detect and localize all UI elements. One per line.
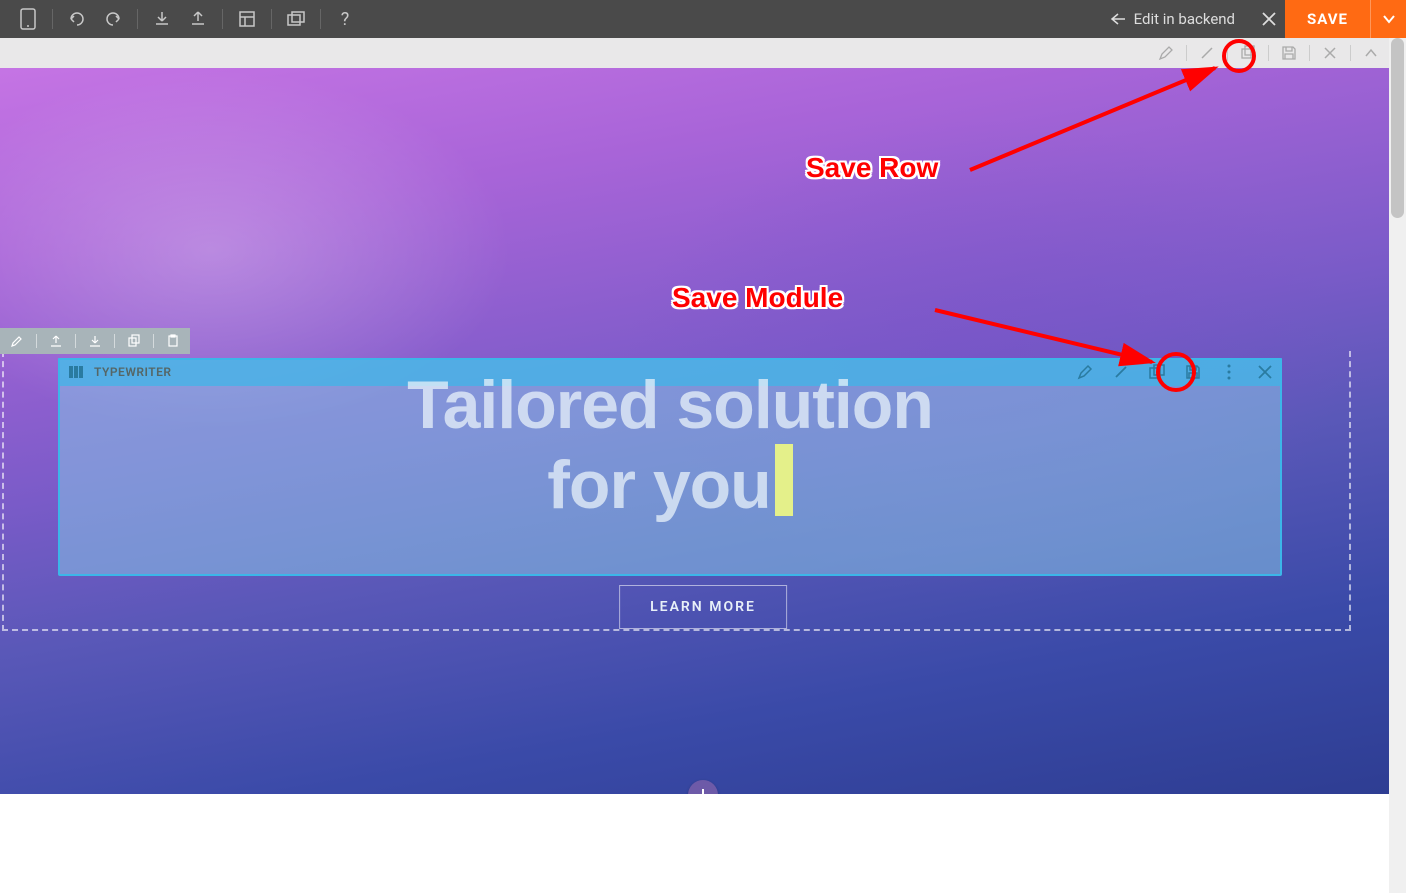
module-duplicate-button[interactable] [1146, 361, 1168, 383]
row-divider [1227, 45, 1228, 61]
module-typewriter[interactable]: TYPEWRITER [58, 358, 1282, 576]
chevron-down-icon [1382, 14, 1396, 24]
column-export-button[interactable] [47, 332, 65, 350]
toolbar-left-group: ? [14, 5, 367, 33]
more-vertical-icon [1226, 363, 1232, 381]
save-button[interactable]: SAVE [1285, 0, 1370, 38]
row-divider [1309, 45, 1310, 61]
save-dropdown-button[interactable] [1370, 0, 1406, 38]
row-duplicate-button[interactable] [1238, 43, 1258, 63]
toolbar-divider [271, 9, 272, 29]
redo-button[interactable] [99, 5, 127, 33]
column-divider [153, 334, 154, 348]
toolbar-divider [137, 9, 138, 29]
row-delete-button[interactable] [1320, 43, 1340, 63]
edit-backend-label: Edit in backend [1134, 10, 1235, 28]
row-style-button[interactable] [1197, 43, 1217, 63]
upload-icon [49, 334, 63, 348]
module-actions [1074, 358, 1276, 386]
row-divider [1350, 45, 1351, 61]
add-section-button[interactable] [688, 780, 718, 794]
pencil-icon [1158, 45, 1174, 61]
column-divider [36, 334, 37, 348]
close-editor-button[interactable] [1253, 0, 1285, 38]
row-divider [1268, 45, 1269, 61]
duplicate-icon [1148, 363, 1166, 381]
module-label: TYPEWRITER [94, 365, 172, 379]
column-import-button[interactable] [86, 332, 104, 350]
close-icon [1257, 364, 1273, 380]
arrow-left-icon [1110, 12, 1126, 26]
toolbar-divider [222, 9, 223, 29]
duplicate-icon [127, 334, 141, 348]
pencil-icon [1076, 363, 1094, 381]
row-toolbar [0, 38, 1406, 68]
module-more-button[interactable] [1218, 361, 1240, 383]
clipboard-icon [166, 334, 180, 348]
pencil-icon [10, 334, 24, 348]
top-toolbar: ? Edit in backend SAVE [0, 0, 1406, 38]
duplicate-icon [1240, 45, 1256, 61]
module-delete-button[interactable] [1254, 361, 1276, 383]
save-icon [1281, 45, 1297, 61]
import-button[interactable] [148, 5, 176, 33]
row-collapse-button[interactable] [1361, 43, 1381, 63]
column-paste-button[interactable] [164, 332, 182, 350]
column-edit-button[interactable] [8, 332, 26, 350]
column-divider [114, 334, 115, 348]
scrollbar-thumb[interactable] [1391, 38, 1404, 218]
module-type-icon [66, 362, 86, 382]
save-icon [1184, 363, 1202, 381]
row-edit-button[interactable] [1156, 43, 1176, 63]
undo-button[interactable] [63, 5, 91, 33]
module-save-button[interactable] [1182, 361, 1204, 383]
plus-icon [695, 787, 711, 794]
toolbar-right-group: Edit in backend SAVE [1092, 0, 1406, 38]
close-icon [1261, 11, 1277, 27]
canvas-area: TYPEWRITER [0, 68, 1406, 794]
row-save-button[interactable] [1279, 43, 1299, 63]
learn-more-button[interactable]: LEARN MORE [619, 585, 787, 629]
chevron-up-icon [1364, 48, 1378, 58]
vertical-scrollbar[interactable] [1389, 38, 1406, 893]
module-edit-button[interactable] [1074, 361, 1096, 383]
layers-button[interactable] [282, 5, 310, 33]
module-header: TYPEWRITER [58, 358, 1282, 386]
brush-icon [1199, 45, 1215, 61]
column-divider [75, 334, 76, 348]
module-style-button[interactable] [1110, 361, 1132, 383]
help-button[interactable]: ? [331, 5, 359, 33]
brush-icon [1112, 363, 1130, 381]
column-duplicate-button[interactable] [125, 332, 143, 350]
layout-button[interactable] [233, 5, 261, 33]
download-icon [88, 334, 102, 348]
toolbar-divider [320, 9, 321, 29]
edit-backend-link[interactable]: Edit in backend [1092, 10, 1253, 28]
column-toolbar [0, 328, 190, 354]
toolbar-divider [52, 9, 53, 29]
row-divider [1186, 45, 1187, 61]
mobile-preview-button[interactable] [14, 5, 42, 33]
export-button[interactable] [184, 5, 212, 33]
close-icon [1323, 46, 1337, 60]
